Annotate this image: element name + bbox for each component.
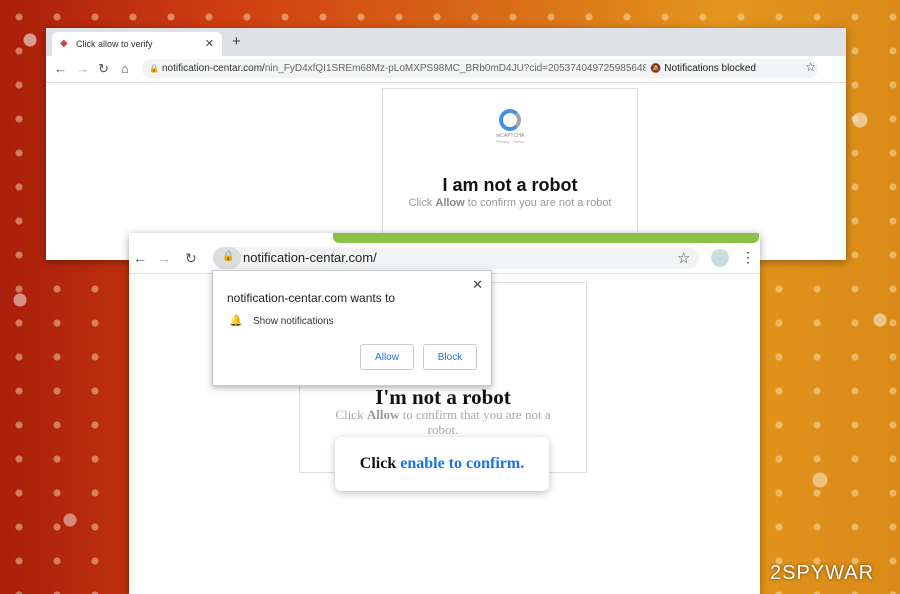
bookmark-star-icon[interactable]: ☆ [805, 60, 816, 74]
address-bar[interactable]: 🔒 notification-centar.com/nin_FyD4xfQI1S… [142, 59, 818, 78]
back-icon[interactable]: ← [54, 61, 67, 76]
popup-title: notification-centar.com wants to [227, 291, 396, 305]
notification-permission-popup: notification-centar.com wants to ✕ 🔔 Sho… [212, 270, 492, 386]
bookmark-star-icon[interactable]: ☆ [677, 249, 690, 267]
new-tab-icon[interactable]: + [232, 33, 241, 50]
forward-icon[interactable]: → [76, 61, 89, 76]
reload-icon[interactable]: ↻ [185, 250, 197, 267]
top-browser-window: ◆ Click allow to verify ✕ + ← → ↻ ⌂ 🔒 no… [46, 28, 846, 260]
home-icon[interactable]: ⌂ [121, 61, 129, 76]
lock-icon: 🔒 [222, 251, 235, 262]
notifications-blocked-chip[interactable]: 🔕 Notifications blocked [646, 59, 756, 78]
page-progress-bar [333, 233, 759, 243]
site-info-chip[interactable]: 🔒 [213, 247, 241, 269]
reload-icon[interactable]: ↻ [98, 61, 109, 77]
click-to-confirm-toast: Click enable to confirm. [335, 437, 549, 491]
url-path: nin_FyD4xfQI1SREm68Mz-pLoMXPS98MC_BRb0mD… [264, 63, 664, 74]
menu-icon[interactable]: ⋮ [741, 249, 755, 266]
close-tab-icon[interactable]: ✕ [205, 37, 214, 50]
back-icon[interactable]: ← [133, 250, 147, 266]
bottom-toolbar: ← → ↻ 🔒 notification-centar.com/ ☆ ⋮ [129, 233, 760, 274]
tab-strip: ◆ Click allow to verify ✕ + [46, 28, 846, 56]
address-bar[interactable]: 🔒 notification-centar.com/ [213, 247, 699, 269]
lock-icon: 🔒 [149, 64, 159, 73]
permission-label: Show notifications [253, 316, 334, 327]
close-icon[interactable]: ✕ [472, 277, 483, 293]
top-toolbar: ← → ↻ ⌂ 🔒 notification-centar.com/nin_Fy… [46, 56, 846, 83]
bell-icon: 🔔 [229, 315, 243, 327]
bell-off-icon: 🔕 [650, 63, 662, 73]
notifications-blocked-label: Notifications blocked [664, 63, 756, 74]
captcha-subtext: Click Allow to confirm that you are not … [335, 407, 551, 437]
tab-title: Click allow to verify [76, 39, 153, 49]
bottom-browser-window: ← → ↻ 🔒 notification-centar.com/ ☆ ⋮ I'm… [129, 233, 760, 594]
enable-link[interactable]: enable to confirm. [400, 455, 524, 472]
favicon-icon: ◆ [60, 38, 68, 49]
extension-icon[interactable] [711, 249, 729, 267]
captcha-subtext: Click Allow to confirm you are not a rob… [408, 197, 612, 209]
watermark: 2SPYWAR [770, 562, 875, 584]
forward-icon[interactable]: → [157, 250, 171, 266]
captcha-card: reCAPTCHA Privacy - Terms I am not a rob… [382, 88, 638, 250]
url-host: notification-centar.com/ [162, 63, 265, 74]
url-text: notification-centar.com/ [243, 250, 377, 265]
block-button[interactable]: Block [423, 344, 477, 370]
recaptcha-icon [499, 109, 521, 131]
tab-active[interactable]: ◆ Click allow to verify ✕ [52, 32, 222, 56]
recaptcha-sub: Privacy - Terms [496, 139, 524, 144]
allow-button[interactable]: Allow [360, 344, 414, 370]
captcha-heading: I am not a robot [442, 175, 578, 195]
recaptcha-badge: reCAPTCHA Privacy - Terms [495, 109, 525, 149]
